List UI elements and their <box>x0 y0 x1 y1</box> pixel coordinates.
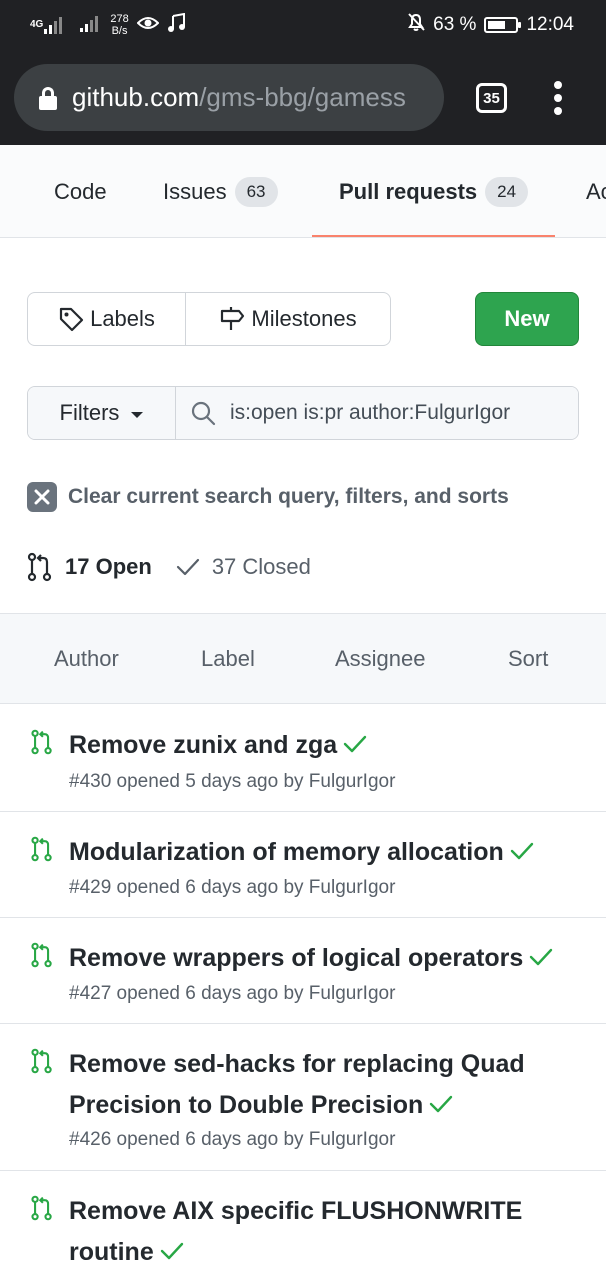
speed-value: 278 <box>110 13 129 25</box>
tab-label: Ac <box>586 178 606 204</box>
label-filter[interactable]: Label <box>201 614 255 703</box>
filters-label: Filters <box>59 400 120 425</box>
pr-meta: #427 opened 6 days ago by FulgurIgor <box>69 983 396 1004</box>
open-filter-link[interactable]: 17 Open <box>27 552 152 582</box>
pr-title-text: Remove sed-hacks for replacing Quad Prec… <box>69 1050 525 1119</box>
labels-button-label: Labels <box>90 306 155 331</box>
tag-icon <box>59 307 84 332</box>
open-pr-icon <box>31 1048 52 1074</box>
filter-bar: Filters <box>27 386 579 440</box>
address-bar[interactable]: github.com/gms-bbg/gamess <box>14 64 444 131</box>
issues-count-badge: 63 <box>234 176 278 207</box>
check-icon <box>176 558 199 576</box>
list-item[interactable]: Remove sed-hacks for replacing Quad Prec… <box>0 1024 606 1171</box>
tab-label: Issues <box>163 178 227 204</box>
search-icon <box>191 401 216 426</box>
assignee-filter[interactable]: Assignee <box>335 614 426 703</box>
open-pr-icon <box>31 836 52 862</box>
labels-button[interactable]: Labels <box>28 293 186 345</box>
closed-filter-link[interactable]: 37 Closed <box>176 554 311 580</box>
browser-toolbar: github.com/gms-bbg/gamess 35 <box>0 50 606 145</box>
network-speed: 278 B/s <box>110 13 128 37</box>
search-input[interactable] <box>230 401 570 425</box>
pr-title[interactable]: Remove sed-hacks for replacing Quad Prec… <box>69 1044 589 1126</box>
network-type: 4G <box>30 19 44 30</box>
check-icon <box>510 843 533 860</box>
status-bar: 4G 278 B/s 63 % 12:04 <box>0 0 606 50</box>
url-path: /gms-bbg/gamess <box>199 82 406 112</box>
list-item[interactable]: Remove AIX specific FLUSHONWRITE routine <box>0 1171 606 1280</box>
clock: 12:04 <box>526 14 574 35</box>
repo-nav-tabs: Code Issues 63 Pull requests 24 Ac <box>0 145 606 238</box>
closed-count: 37 Closed <box>211 554 311 579</box>
url-host: github.com <box>72 82 200 112</box>
open-pr-icon <box>31 729 52 755</box>
list-item[interactable]: Remove zunix and zga #430 opened 5 days … <box>0 705 606 812</box>
url-text[interactable]: github.com/gms-bbg/gamess <box>72 82 406 113</box>
milestones-button-label: Milestones <box>251 306 357 331</box>
tab-label: Code <box>54 178 107 204</box>
milestones-button[interactable]: Milestones <box>186 293 390 345</box>
pr-title[interactable]: Remove zunix and zga <box>69 725 589 766</box>
search-field <box>176 387 578 439</box>
pull-requests-count-badge: 24 <box>485 176 529 207</box>
pr-meta: #426 opened 6 days ago by FulgurIgor <box>69 1129 396 1150</box>
speed-unit: B/s <box>111 25 128 37</box>
pr-title[interactable]: Remove AIX specific FLUSHONWRITE routine <box>69 1191 589 1273</box>
pr-meta: #430 opened 5 days ago by FulgurIgor <box>69 771 396 792</box>
pr-title[interactable]: Remove wrappers of logical operators <box>69 938 589 979</box>
eye-icon <box>136 15 160 36</box>
filters-dropdown[interactable]: Filters <box>28 387 176 439</box>
pr-title-text: Remove AIX specific FLUSHONWRITE routine <box>69 1197 523 1266</box>
music-icon <box>167 12 185 38</box>
battery-percent: 63 % <box>433 14 477 35</box>
open-count: 17 Open <box>65 554 152 579</box>
sort-filter-bar: Author Label Assignee Sort <box>0 613 606 704</box>
mobile-signal-icon: 4G <box>30 16 66 34</box>
check-icon <box>160 1243 183 1260</box>
author-filter[interactable]: Author <box>54 614 119 703</box>
tab-switcher-button[interactable]: 35 <box>476 83 507 113</box>
pr-meta: #429 opened 6 days ago by FulgurIgor <box>69 877 396 898</box>
clear-search-link[interactable]: Clear current search query, filters, and… <box>27 482 509 512</box>
wifi-signal-icon <box>80 14 102 37</box>
tab-issues[interactable]: Issues 63 <box>163 145 278 237</box>
tab-pull-requests[interactable]: Pull requests 24 <box>311 145 556 237</box>
pr-title-text: Remove zunix and zga <box>69 731 338 759</box>
pull-request-icon <box>27 552 52 582</box>
list-item[interactable]: Modularization of memory allocation #429… <box>0 812 606 918</box>
check-icon <box>530 949 553 966</box>
list-item[interactable]: Remove wrappers of logical operators #42… <box>0 918 606 1024</box>
milestone-icon <box>221 307 245 330</box>
bell-off-icon <box>407 12 425 38</box>
check-icon <box>430 1096 453 1113</box>
clear-search-text: Clear current search query, filters, and… <box>68 485 509 508</box>
lock-icon <box>38 86 58 110</box>
close-icon <box>27 482 57 512</box>
pr-title[interactable]: Modularization of memory allocation <box>69 832 589 873</box>
caret-down-icon <box>131 411 144 418</box>
pr-title-text: Remove wrappers of logical operators <box>69 944 524 972</box>
tab-actions[interactable]: Ac <box>586 145 606 237</box>
pr-title-text: Modularization of memory allocation <box>69 838 504 866</box>
battery-icon <box>484 17 522 33</box>
sort-dropdown[interactable]: Sort <box>508 614 548 703</box>
open-pr-icon <box>31 942 52 968</box>
tab-code[interactable]: Code <box>54 145 107 237</box>
labels-milestones-group: Labels Milestones <box>27 292 391 346</box>
more-menu-icon[interactable] <box>553 81 565 115</box>
open-pr-icon <box>31 1195 52 1221</box>
tab-label: Pull requests <box>339 178 478 204</box>
check-icon <box>343 736 367 753</box>
state-toggle: 17 Open 37 Closed <box>27 550 311 584</box>
new-pull-request-button[interactable]: New <box>475 292 579 346</box>
